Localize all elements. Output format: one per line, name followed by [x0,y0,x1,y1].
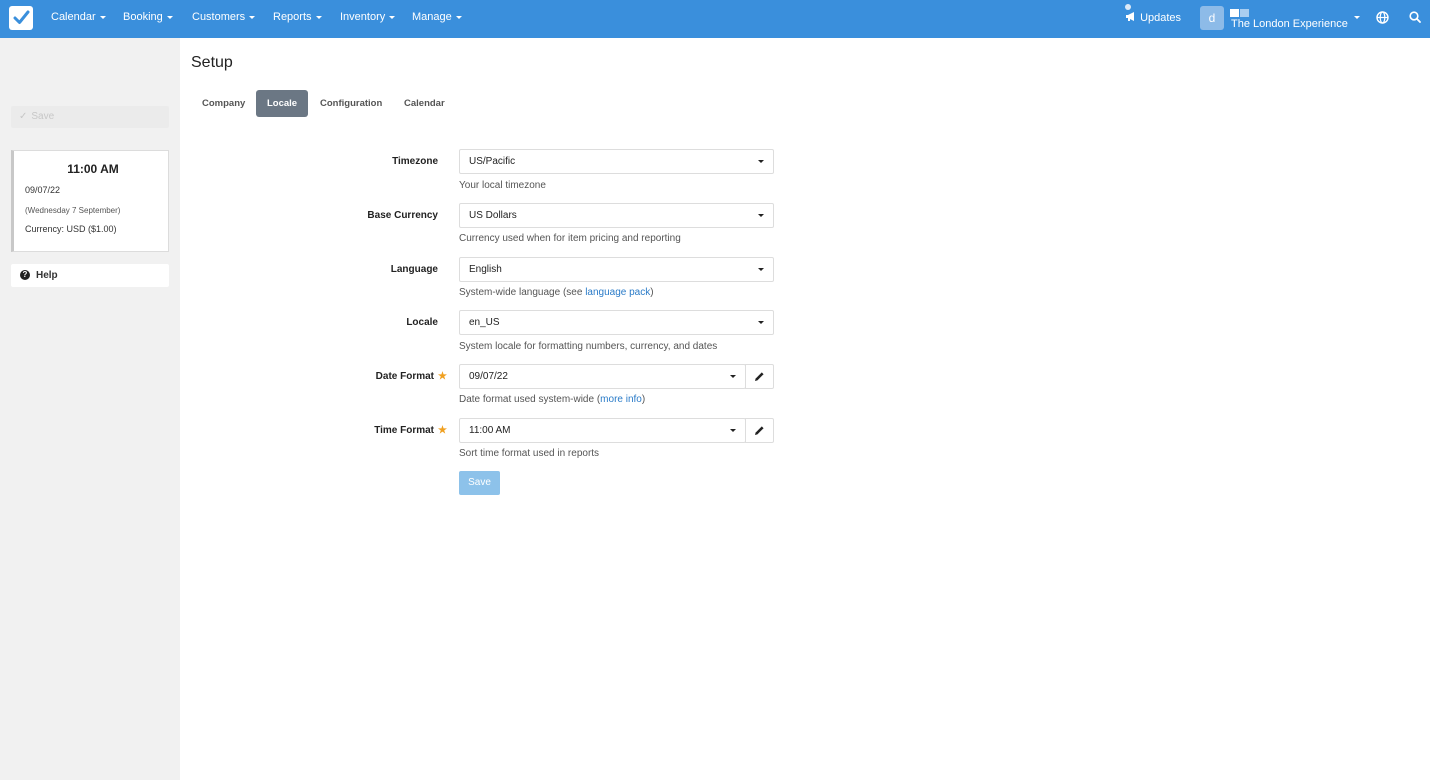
clock-date: 09/07/22 [25,185,61,195]
timezone-label: Timezone [392,156,438,167]
more-info-link[interactable]: more info [600,394,642,405]
sidebar-help-label: Help [36,270,58,281]
required-star-icon: ★ [438,425,447,436]
tab-locale[interactable]: Locale [256,90,309,117]
save-button[interactable]: Save [459,471,500,495]
date-format-help-prefix: Date format used system-wide ( [459,394,601,405]
locale-label: Locale [406,317,438,328]
globe-icon[interactable] [1376,11,1389,24]
currency-value: US Dollars [469,210,517,221]
chevron-down-icon [758,160,764,163]
chevron-down-icon [99,15,106,19]
updates-button[interactable]: Updates [1125,4,1182,24]
date-format-select[interactable]: 09/07/22 [459,364,746,389]
timezone-help: Your local timezone [459,180,546,191]
clock-card: 11:00 AM 09/07/22 (Wednesday 7 September… [11,150,169,252]
sidebar-save-label: Save [31,111,55,122]
nav-customers[interactable]: Customers [192,11,256,23]
checkmark-icon: ✓ [19,111,28,122]
language-help: System-wide language (see language pack) [459,287,654,298]
time-format-label-text: Time Format [374,425,435,436]
time-format-value: 11:00 AM [469,425,511,436]
chevron-down-icon [730,429,736,432]
nav-manage-label: Manage [412,11,452,23]
locale-select[interactable]: en_US [459,310,774,335]
locale-value: en_US [469,317,500,328]
language-help-suffix: ) [650,287,654,298]
app-logo-checkmark-icon[interactable] [9,6,33,30]
clock-long-date: (Wednesday 7 September) [25,206,121,215]
language-pack-link[interactable]: language pack [585,287,650,298]
chevron-down-icon [315,15,322,19]
chevron-down-icon [758,268,764,271]
sidebar-help-button[interactable]: ? Help [11,264,169,287]
chevron-down-icon [166,15,173,19]
date-format-label-text: Date Format [375,371,435,382]
date-format-edit-button[interactable] [745,364,774,389]
time-format-label: Time Format ★ [327,425,447,436]
chevron-down-icon [455,15,462,19]
account-name[interactable]: The London Experience [1231,18,1348,30]
avatar[interactable]: d [1200,6,1224,30]
clock-time: 11:00 AM [67,162,119,176]
page-title: Setup [191,54,233,71]
account-chevron-down-icon[interactable] [1354,16,1360,19]
chevron-down-icon [389,15,396,19]
megaphone-icon [1126,12,1134,21]
language-help-prefix: System-wide language (see [459,287,586,298]
time-format-help: Sort time format used in reports [459,448,600,459]
chevron-down-icon [758,321,764,324]
time-format-edit-button[interactable] [745,418,774,443]
nav-booking-label: Booking [123,11,163,23]
nav-reports-label: Reports [273,11,312,23]
chevron-down-icon [249,15,256,19]
chevron-down-icon [758,214,764,217]
nav-inventory-label: Inventory [340,11,386,23]
required-star-icon: ★ [438,371,447,382]
pencil-icon [755,372,764,381]
language-label: Language [390,264,438,275]
nav-customers-label: Customers [192,11,246,23]
nav-calendar-label: Calendar [51,11,96,23]
updates-label: Updates [1140,12,1182,24]
notification-dot [1125,4,1131,10]
tab-configuration[interactable]: Configuration [320,90,382,117]
timezone-value: US/Pacific [469,156,516,167]
top-nav-bar: Calendar Booking Customers Reports Inven… [0,0,1430,38]
time-format-select[interactable]: 11:00 AM [459,418,746,443]
tab-calendar[interactable]: Calendar [404,90,445,117]
nav-booking[interactable]: Booking [123,11,173,23]
pencil-icon [755,426,764,435]
language-value: English [469,264,502,275]
sidebar-save-button[interactable]: ✓ Save [11,106,169,128]
sidebar: ✓ Save 11:00 AM 09/07/22 (Wednesday 7 Sep… [0,38,180,780]
nav-reports[interactable]: Reports [273,11,322,23]
locale-help: System locale for formatting numbers, cu… [459,341,718,352]
date-format-label: Date Format ★ [327,371,447,382]
currency-label: Base Currency [367,210,438,221]
chevron-down-icon [730,375,736,378]
clock-currency: Currency: USD ($1.00) [25,224,117,234]
date-format-help: Date format used system-wide (more info) [459,394,645,405]
nav-calendar[interactable]: Calendar [51,11,106,23]
nav-manage[interactable]: Manage [412,11,462,23]
timezone-select[interactable]: US/Pacific [459,149,774,174]
currency-select[interactable]: US Dollars [459,203,774,228]
tab-company[interactable]: Company [202,90,245,117]
currency-help: Currency used when for item pricing and … [459,233,681,244]
date-format-help-suffix: ) [641,394,646,405]
nav-inventory[interactable]: Inventory [340,11,396,23]
search-icon[interactable] [1409,11,1421,23]
question-circle-icon: ? [20,270,30,281]
language-select[interactable]: English [459,257,774,282]
date-format-value: 09/07/22 [469,371,508,382]
